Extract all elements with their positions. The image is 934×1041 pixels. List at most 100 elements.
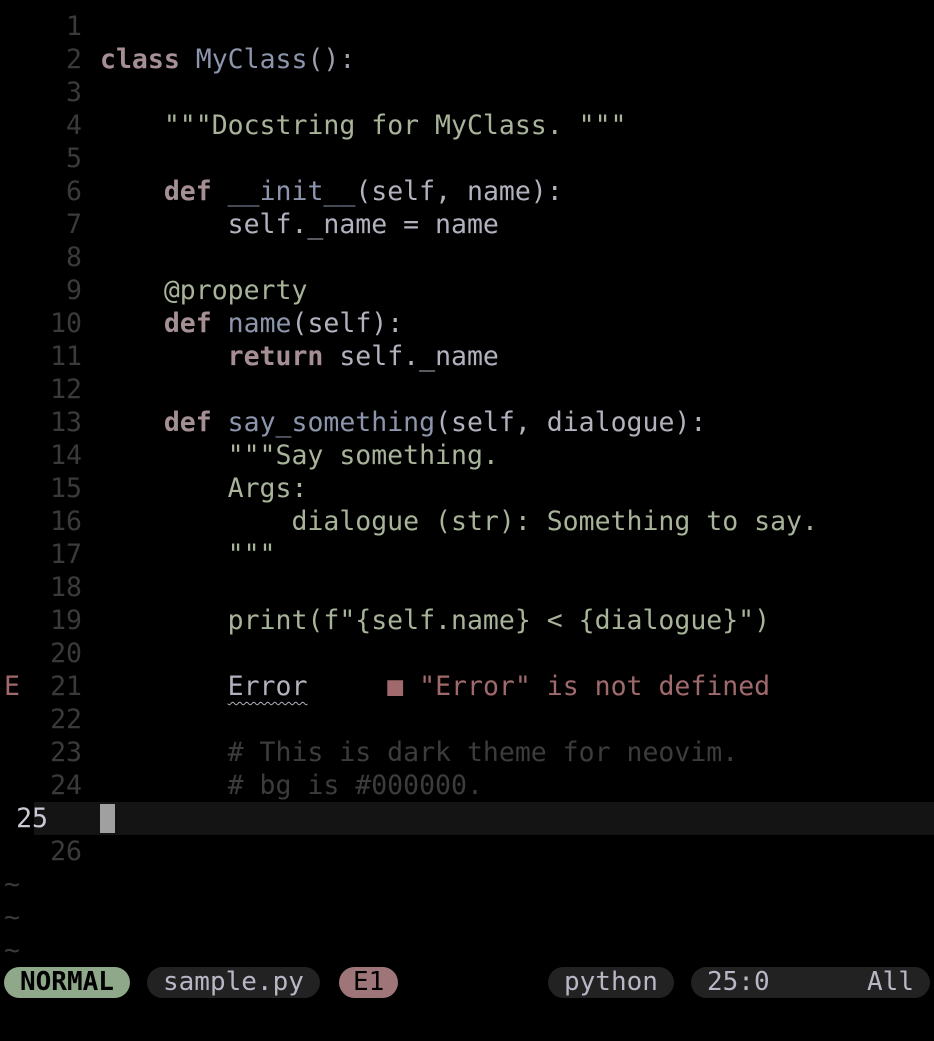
empty-line: ~: [0, 934, 934, 967]
code-line[interactable]: 5: [0, 142, 934, 175]
code-line[interactable]: 20: [0, 637, 934, 670]
filename: sample.py: [147, 967, 320, 998]
arguments: (self):: [291, 308, 404, 339]
code-line[interactable]: 8: [0, 241, 934, 274]
diagnostic-message: "Error" is not defined: [419, 671, 771, 702]
cursor-position: 25:0: [707, 967, 770, 997]
diagnostics-badge[interactable]: E1: [339, 967, 399, 998]
line-number: 1: [66, 11, 82, 42]
code-line[interactable]: 14 """Say something.: [0, 439, 934, 472]
decorator: @property: [163, 275, 308, 306]
text-cursor: [100, 804, 115, 833]
cursor-position-block: 25:0 All: [691, 967, 930, 998]
line-number: 3: [66, 77, 82, 108]
code-text: Args:: [100, 472, 308, 505]
line-number: 23: [50, 737, 82, 768]
code-line[interactable]: 13 def say_something(self, dialogue):: [0, 406, 934, 439]
code-line[interactable]: 1: [0, 10, 934, 43]
line-number: 15: [50, 473, 82, 504]
function-name: __init__: [227, 176, 356, 207]
line-number: 13: [50, 407, 82, 438]
code-text: def __init__(self, name):: [100, 175, 563, 208]
code-text: def name(self):: [100, 307, 403, 340]
code-line[interactable]: 10 def name(self):: [0, 307, 934, 340]
keyword: def: [163, 176, 212, 207]
line-number: 20: [50, 638, 82, 669]
mode-indicator: NORMAL: [4, 967, 130, 998]
code-text: # This is dark theme for neovim.: [100, 736, 739, 769]
line-number: 14: [50, 440, 82, 471]
code-line[interactable]: 4 """Docstring for MyClass. """: [0, 109, 934, 142]
editor-buffer[interactable]: 1 2 class MyClass(): 3 4 """Docstring for…: [0, 10, 934, 967]
arguments: (self, dialogue):: [435, 407, 707, 438]
code-line[interactable]: 12: [0, 373, 934, 406]
code-line[interactable]: 7 self._name = name: [0, 208, 934, 241]
code-line[interactable]: 16 dialogue (str): Something to say.: [0, 505, 934, 538]
docstring: """Docstring for MyClass. """: [163, 110, 627, 141]
docstring: """: [227, 539, 276, 570]
punctuation: ():: [307, 44, 356, 75]
empty-line: ~: [0, 868, 934, 901]
line-number: 10: [50, 308, 82, 339]
line-number: 16: [50, 506, 82, 537]
code-text: print(f"{self.name} < {dialogue}"): [100, 604, 770, 637]
line-number: 8: [66, 242, 82, 273]
error-sign: E: [4, 671, 20, 702]
line-number: 24: [50, 770, 82, 801]
line-number: 17: [50, 539, 82, 570]
code-line[interactable]: 9 @property: [0, 274, 934, 307]
current-line[interactable]: 25: [16, 802, 934, 835]
code-line[interactable]: 22: [0, 703, 934, 736]
line-number: 26: [50, 836, 82, 867]
code-text: [100, 802, 115, 835]
function-name: say_something: [227, 407, 436, 438]
code-line[interactable]: 11 return self._name: [0, 340, 934, 373]
code-text: def say_something(self, dialogue):: [100, 406, 707, 439]
undefined-identifier: Error: [227, 671, 308, 702]
line-number: 25: [16, 803, 48, 834]
code-line[interactable]: 19 print(f"{self.name} < {dialogue}"): [0, 604, 934, 637]
keyword: def: [163, 308, 212, 339]
line-number: 2: [66, 44, 82, 75]
code-line[interactable]: 15 Args:: [0, 472, 934, 505]
docstring: dialogue (str): Something to say.: [291, 506, 818, 537]
code-line[interactable]: 2 class MyClass():: [0, 43, 934, 76]
code-line[interactable]: 18: [0, 571, 934, 604]
code-text: """Docstring for MyClass. """: [100, 109, 627, 142]
docstring: Args:: [227, 473, 308, 504]
line-number: 21: [50, 671, 82, 702]
filetype: python: [548, 967, 674, 998]
line-number: 9: [66, 275, 82, 306]
code-text: self._name = name: [100, 208, 499, 241]
line-number: 11: [50, 341, 82, 372]
statement: self._name = name: [227, 209, 499, 240]
comment: # This is dark theme for neovim.: [227, 737, 739, 768]
code-line[interactable]: 26: [0, 835, 934, 868]
class-name: MyClass: [195, 44, 308, 75]
statusline: NORMAL sample.py E1 python 25:0 All: [0, 967, 934, 1000]
comment: # bg is #000000.: [227, 770, 483, 801]
code-text: Error ■ "Error" is not defined: [100, 670, 771, 703]
scroll-indicator: All: [867, 967, 914, 997]
line-number: 6: [66, 176, 82, 207]
code-text: """Say something.: [100, 439, 499, 472]
code-line[interactable]: 17 """: [0, 538, 934, 571]
arguments: (self, name):: [355, 176, 563, 207]
diagnostic-square-icon: ■: [387, 671, 404, 702]
keyword: def: [163, 407, 212, 438]
line-number: 19: [50, 605, 82, 636]
code-line-error[interactable]: E 21 Error ■ "Error" is not defined: [0, 670, 934, 703]
code-line[interactable]: 3: [0, 76, 934, 109]
code-line[interactable]: 24 # bg is #000000.: [0, 769, 934, 802]
code-line[interactable]: 6 def __init__(self, name):: [0, 175, 934, 208]
line-number: 18: [50, 572, 82, 603]
docstring: """Say something.: [227, 440, 499, 471]
line-number: 5: [66, 143, 82, 174]
line-number: 12: [50, 374, 82, 405]
code-line[interactable]: 23 # This is dark theme for neovim.: [0, 736, 934, 769]
code-text: @property: [100, 274, 308, 307]
code-text: return self._name: [100, 340, 499, 373]
keyword: class: [100, 44, 180, 75]
tilde-marker: ~: [4, 935, 20, 966]
empty-line: ~: [0, 901, 934, 934]
